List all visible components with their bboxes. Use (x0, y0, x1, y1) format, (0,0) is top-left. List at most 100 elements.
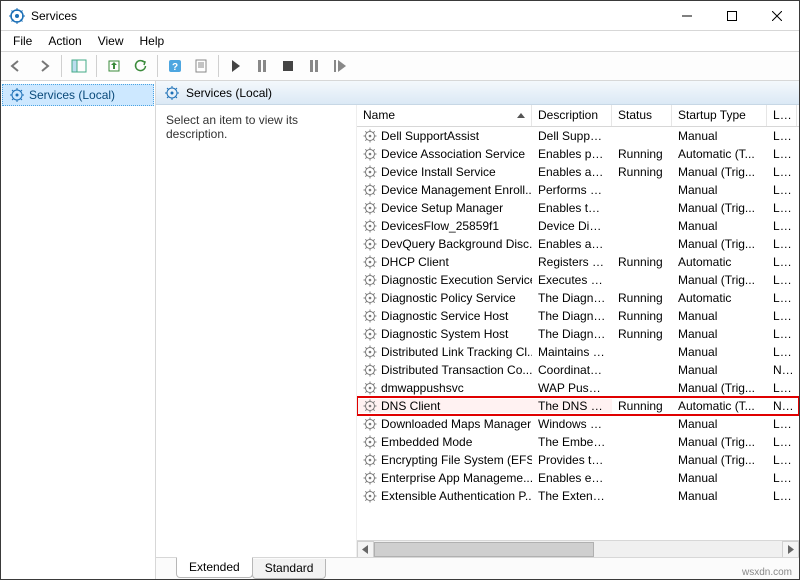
service-row[interactable]: Device Management Enroll...Performs D...… (357, 181, 799, 199)
cell-status: Running (612, 255, 672, 269)
tab-standard[interactable]: Standard (252, 559, 327, 579)
cell-name: Diagnostic Execution Service (357, 273, 532, 287)
service-row[interactable]: Diagnostic Policy ServiceThe Diagno...Ru… (357, 289, 799, 307)
col-status[interactable]: Status (612, 105, 672, 126)
cell-startup: Manual (Trig... (672, 453, 767, 467)
scroll-left-button[interactable] (357, 541, 374, 558)
title-bar: Services (1, 1, 799, 31)
cell-startup: Automatic (672, 291, 767, 305)
cell-startup: Manual (672, 327, 767, 341)
cell-name: DNS Client (357, 399, 532, 413)
watermark: wsxdn.com (742, 567, 792, 578)
menu-help[interactable]: Help (132, 32, 173, 50)
cell-startup: Automatic (672, 255, 767, 269)
col-startup-type[interactable]: Startup Type (672, 105, 767, 126)
menu-file[interactable]: File (5, 32, 40, 50)
properties-button[interactable] (189, 54, 213, 78)
tree-node-services-local[interactable]: Services (Local) (2, 84, 154, 106)
toolbar-separator (61, 55, 62, 77)
cell-startup: Manual (672, 489, 767, 503)
service-gear-icon (363, 255, 377, 269)
cell-startup: Manual (Trig... (672, 165, 767, 179)
cell-name: Encrypting File System (EFS) (357, 453, 532, 467)
svg-text:?: ? (172, 62, 178, 73)
scrollbar-thumb[interactable] (374, 542, 594, 557)
column-headers: Name Description Status Startup Type Log (357, 105, 799, 127)
service-row[interactable]: Diagnostic Service HostThe Diagno...Runn… (357, 307, 799, 325)
tab-extended[interactable]: Extended (176, 557, 253, 578)
menu-action[interactable]: Action (40, 32, 89, 50)
col-description[interactable]: Description (532, 105, 612, 126)
service-row[interactable]: Extensible Authentication P...The Extens… (357, 487, 799, 505)
service-row[interactable]: Diagnostic Execution ServiceExecutes dia… (357, 271, 799, 289)
maximize-button[interactable] (709, 1, 754, 30)
service-name: Diagnostic System Host (381, 327, 508, 341)
cell-startup: Manual (672, 345, 767, 359)
start-service-button[interactable] (224, 54, 248, 78)
service-row[interactable]: Device Install ServiceEnables a c...Runn… (357, 163, 799, 181)
service-rows[interactable]: Dell SupportAssistDell Suppor...ManualLo… (357, 127, 799, 540)
cell-description: Provides th... (532, 453, 612, 467)
service-name: Embedded Mode (381, 435, 472, 449)
cell-description: The DNS Cli... (532, 399, 612, 413)
cell-logon: Loc (767, 489, 797, 503)
service-row[interactable]: DHCP ClientRegisters an...RunningAutomat… (357, 253, 799, 271)
cell-name: Distributed Link Tracking Cl... (357, 345, 532, 359)
cell-description: Executes dia... (532, 273, 612, 287)
stop-service-button[interactable] (276, 54, 300, 78)
service-name: Enterprise App Manageme... (381, 471, 532, 485)
service-row[interactable]: Downloaded Maps ManagerWindows se...Manu… (357, 415, 799, 433)
service-row[interactable]: dmwappushsvcWAP Push ...Manual (Trig...L… (357, 379, 799, 397)
service-row[interactable]: Distributed Link Tracking Cl...Maintains… (357, 343, 799, 361)
back-button[interactable] (6, 54, 30, 78)
cell-description: The Embed... (532, 435, 612, 449)
service-gear-icon (363, 309, 377, 323)
service-row[interactable]: Distributed Transaction Co...Coordinates… (357, 361, 799, 379)
menu-view[interactable]: View (90, 32, 132, 50)
scroll-right-button[interactable] (782, 541, 799, 558)
cell-description: Dell Suppor... (532, 129, 612, 143)
service-row[interactable]: Device Setup ManagerEnables the ...Manua… (357, 199, 799, 217)
pause-service-button2[interactable] (302, 54, 326, 78)
service-row[interactable]: Device Association ServiceEnables pair..… (357, 145, 799, 163)
cell-logon: Loc (767, 165, 797, 179)
service-row[interactable]: Diagnostic System HostThe Diagno...Runni… (357, 325, 799, 343)
cell-status: Running (612, 291, 672, 305)
service-row[interactable]: Dell SupportAssistDell Suppor...ManualLo… (357, 127, 799, 145)
close-button[interactable] (754, 1, 799, 30)
service-row[interactable]: DevQuery Background Disc...Enables app..… (357, 235, 799, 253)
cell-logon: Loc (767, 381, 797, 395)
cell-description: Enables pair... (532, 147, 612, 161)
service-name: Encrypting File System (EFS) (381, 453, 532, 467)
cell-logon: Loc (767, 435, 797, 449)
show-hide-tree-button[interactable] (67, 54, 91, 78)
scrollbar-track[interactable] (374, 541, 782, 558)
refresh-button[interactable] (128, 54, 152, 78)
minimize-button[interactable] (664, 1, 709, 30)
cell-startup: Manual (672, 471, 767, 485)
service-row[interactable]: Enterprise App Manageme...Enables ent...… (357, 469, 799, 487)
services-window: Services File Action View Help ? (0, 0, 800, 580)
cell-logon: Loc (767, 471, 797, 485)
col-log-on-as[interactable]: Log (767, 105, 797, 126)
service-row[interactable]: Encrypting File System (EFS)Provides th.… (357, 451, 799, 469)
col-name[interactable]: Name (357, 105, 532, 126)
window-title: Services (31, 9, 664, 23)
service-gear-icon (363, 345, 377, 359)
pause-service-button[interactable] (250, 54, 274, 78)
restart-service-button[interactable] (328, 54, 352, 78)
forward-button[interactable] (32, 54, 56, 78)
service-name: DevQuery Background Disc... (381, 237, 532, 251)
horizontal-scrollbar[interactable] (357, 540, 799, 557)
service-gear-icon (363, 435, 377, 449)
service-row[interactable]: Embedded ModeThe Embed...Manual (Trig...… (357, 433, 799, 451)
cell-logon: Loc (767, 417, 797, 431)
export-list-button[interactable] (102, 54, 126, 78)
help-button[interactable]: ? (163, 54, 187, 78)
cell-name: Device Install Service (357, 165, 532, 179)
cell-status: Running (612, 147, 672, 161)
service-row[interactable]: DevicesFlow_25859f1Device Disc...ManualL… (357, 217, 799, 235)
cell-description: The Extensi... (532, 489, 612, 503)
console-tree[interactable]: Services (Local) (1, 81, 156, 579)
service-row[interactable]: DNS ClientThe DNS Cli...RunningAutomatic… (357, 397, 799, 415)
